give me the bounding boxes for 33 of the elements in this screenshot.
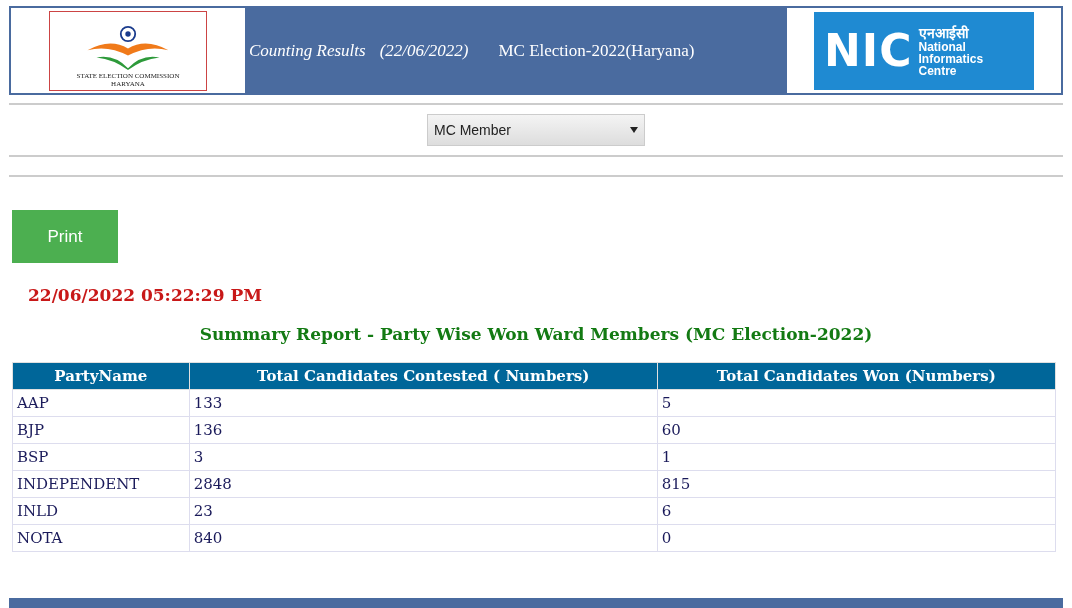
table-cell: 136 (189, 416, 658, 444)
column-header: Total Candidates Won (Numbers) (657, 362, 1056, 390)
table-cell: 815 (657, 470, 1056, 498)
logo-hindi-text: एनआईसी (918, 24, 970, 41)
table-cell: 840 (189, 524, 658, 552)
table-cell: 2848 (189, 470, 658, 498)
logo-text: National (918, 40, 966, 53)
table-cell: 3 (189, 443, 658, 471)
header-date: (22/06/2022) (379, 40, 469, 61)
election-name: MC Election-2022(Haryana) (498, 40, 695, 61)
table-cell: 5 (657, 389, 1056, 417)
table-cell: 133 (189, 389, 658, 417)
table-cell: 60 (657, 416, 1056, 444)
logo-text: Centre (918, 64, 958, 77)
table-cell: AAP (12, 389, 190, 417)
table-cell: INLD (12, 497, 190, 525)
report-title: Summary Report - Party Wise Won Ward Members (MC Election-2022) (199, 324, 873, 344)
table-cell: NOTA (12, 524, 190, 552)
timestamp: 22/06/2022 05:22:29 PM (28, 285, 262, 305)
column-header: Total Candidates Contested ( Numbers) (189, 362, 658, 390)
logo-mark: NIC (824, 28, 913, 73)
member-dropdown[interactable]: MC Member (427, 114, 645, 146)
table-cell: 6 (657, 497, 1056, 525)
logo-text: Informatics (918, 52, 984, 65)
table-cell: 23 (189, 497, 658, 525)
column-header: PartyName (12, 362, 190, 390)
caret-icon (630, 127, 638, 133)
table-cell: BJP (12, 416, 190, 444)
table-cell: 1 (657, 443, 1056, 471)
page-title: Counting Results (249, 40, 366, 61)
table-cell: 0 (657, 524, 1056, 552)
table-cell: INDEPENDENT (12, 470, 190, 498)
table-cell: BSP (12, 443, 190, 471)
